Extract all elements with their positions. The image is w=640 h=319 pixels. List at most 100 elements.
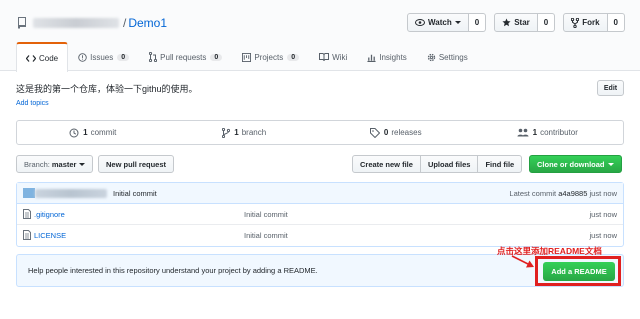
file-icon bbox=[23, 209, 31, 219]
add-topics-link[interactable]: Add topics bbox=[16, 100, 49, 107]
find-file-button[interactable]: Find file bbox=[477, 155, 523, 173]
file-actions-group: Create new file Upload files Find file bbox=[352, 155, 523, 173]
releases-label: releases bbox=[391, 128, 422, 137]
contributors-link[interactable]: 1 contributor bbox=[472, 121, 624, 144]
fork-group: Fork 0 bbox=[563, 13, 625, 32]
code-icon bbox=[26, 54, 36, 62]
star-icon bbox=[502, 18, 511, 27]
branches-label: branch bbox=[241, 128, 267, 137]
issue-icon bbox=[78, 52, 87, 62]
eye-icon bbox=[415, 19, 426, 26]
watch-button[interactable]: Watch bbox=[407, 13, 469, 32]
fork-icon bbox=[571, 17, 580, 28]
avatar[interactable] bbox=[23, 188, 35, 198]
chevron-down-icon bbox=[454, 21, 461, 24]
gear-icon bbox=[427, 53, 436, 61]
file-name-link[interactable]: .gitignore bbox=[34, 210, 65, 219]
branch-prefix: Branch: bbox=[24, 159, 50, 169]
graph-icon bbox=[367, 54, 376, 62]
branches-link[interactable]: 1 branch bbox=[169, 121, 321, 144]
branch-icon bbox=[222, 127, 231, 138]
releases-link[interactable]: 0 releases bbox=[320, 121, 472, 144]
repo-header: / Demo1 Watch 0 Star 0 Fork 0 Code Issue… bbox=[0, 0, 640, 72]
commits-label: commit bbox=[90, 128, 117, 137]
table-row: .gitignore Initial commit just now bbox=[17, 204, 623, 225]
commit-tease: Initial commit Latest commit a4a9885 jus… bbox=[17, 183, 623, 204]
clone-or-download-button[interactable]: Clone or download bbox=[529, 155, 622, 173]
repo-title: / Demo1 bbox=[17, 16, 167, 30]
tab-insights[interactable]: Insights bbox=[357, 42, 417, 71]
annotation-text: 点击这里添加README文档 bbox=[497, 246, 602, 256]
file-listing: Initial commit Latest commit a4a9885 jus… bbox=[16, 182, 624, 247]
branch-select-button[interactable]: Branch: master bbox=[16, 155, 94, 173]
project-icon bbox=[242, 52, 252, 62]
tab-settings[interactable]: Settings bbox=[417, 42, 478, 71]
tab-code-label: Code bbox=[39, 53, 59, 63]
tab-projects[interactable]: Projects 0 bbox=[232, 42, 309, 71]
star-label: Star bbox=[514, 18, 530, 27]
branch-name: master bbox=[51, 159, 77, 169]
latest-commit-prefix: Latest commit bbox=[509, 188, 557, 198]
create-new-file-button[interactable]: Create new file bbox=[352, 155, 421, 173]
tab-projects-label: Projects bbox=[254, 52, 284, 62]
star-button[interactable]: Star bbox=[494, 13, 538, 32]
repo-nav-tabs: Code Issues 0 Pull requests 0 Projects 0… bbox=[16, 42, 478, 72]
tab-pull-requests[interactable]: Pull requests 0 bbox=[139, 42, 232, 71]
commit-age: just now bbox=[589, 188, 617, 198]
file-commit-message[interactable]: Initial commit bbox=[244, 210, 288, 219]
tag-icon bbox=[369, 127, 380, 138]
people-icon bbox=[517, 128, 529, 137]
contributors-count: 1 bbox=[532, 128, 538, 137]
latest-commit-info: Latest commit a4a9885 just now bbox=[509, 189, 617, 198]
fork-button[interactable]: Fork bbox=[563, 13, 608, 32]
readme-prompt-text: Help people interested in this repositor… bbox=[28, 266, 318, 275]
watch-group: Watch 0 bbox=[407, 13, 487, 32]
chevron-down-icon bbox=[79, 162, 86, 166]
file-navigation: Branch: master New pull request Create n… bbox=[16, 155, 624, 173]
releases-count: 0 bbox=[383, 128, 389, 137]
file-age: just now bbox=[589, 231, 617, 240]
tab-settings-label: Settings bbox=[438, 52, 468, 62]
clone-label: Clone or download bbox=[537, 159, 605, 169]
commits-link[interactable]: 1 commit bbox=[17, 121, 169, 144]
repo-icon bbox=[18, 17, 26, 29]
file-name-link[interactable]: LICENSE bbox=[34, 231, 66, 240]
tab-wiki[interactable]: Wiki bbox=[309, 42, 357, 71]
annotation-highlight-box bbox=[535, 256, 621, 286]
watch-count[interactable]: 0 bbox=[468, 13, 487, 32]
commit-message-link[interactable]: Initial commit bbox=[113, 189, 157, 198]
issues-count: 0 bbox=[117, 53, 130, 61]
upload-files-button[interactable]: Upload files bbox=[419, 155, 479, 173]
table-row: LICENSE Initial commit just now bbox=[17, 225, 623, 246]
tab-issues[interactable]: Issues 0 bbox=[68, 42, 139, 71]
pull-requests-count: 0 bbox=[210, 53, 223, 61]
pull-request-icon bbox=[149, 52, 158, 62]
fork-label: Fork bbox=[582, 18, 600, 27]
commit-sha-link[interactable]: a4a9885 bbox=[558, 189, 587, 198]
projects-count: 0 bbox=[287, 53, 300, 61]
tab-insights-label: Insights bbox=[379, 52, 407, 62]
tab-wiki-label: Wiki bbox=[332, 52, 348, 62]
tab-pull-requests-label: Pull requests bbox=[160, 52, 207, 62]
file-icon bbox=[23, 230, 31, 240]
edit-description-button[interactable]: Edit bbox=[597, 80, 624, 96]
contributors-label: contributor bbox=[540, 128, 578, 137]
repo-name-link[interactable]: Demo1 bbox=[128, 16, 167, 30]
repo-separator: / bbox=[123, 16, 127, 30]
file-commit-message[interactable]: Initial commit bbox=[244, 231, 288, 240]
book-icon bbox=[319, 53, 330, 61]
repo-description: 这是我的第一个仓库，体验一下githu的使用。 bbox=[16, 84, 198, 94]
author-name-blurred[interactable] bbox=[35, 188, 107, 198]
fork-count[interactable]: 0 bbox=[607, 13, 625, 32]
owner-name-blurred[interactable] bbox=[33, 18, 119, 28]
history-icon bbox=[69, 128, 79, 137]
new-pull-request-button[interactable]: New pull request bbox=[98, 155, 175, 173]
watch-label: Watch bbox=[428, 18, 452, 27]
tab-issues-label: Issues bbox=[90, 52, 114, 62]
tab-code[interactable]: Code bbox=[16, 42, 69, 72]
repo-numbers-summary: 1 commit 1 branch 0 releases 1 contributor bbox=[16, 120, 624, 145]
chevron-down-icon bbox=[607, 162, 614, 166]
file-age: just now bbox=[589, 209, 617, 219]
star-group: Star 0 bbox=[494, 13, 556, 32]
star-count[interactable]: 0 bbox=[537, 13, 556, 32]
